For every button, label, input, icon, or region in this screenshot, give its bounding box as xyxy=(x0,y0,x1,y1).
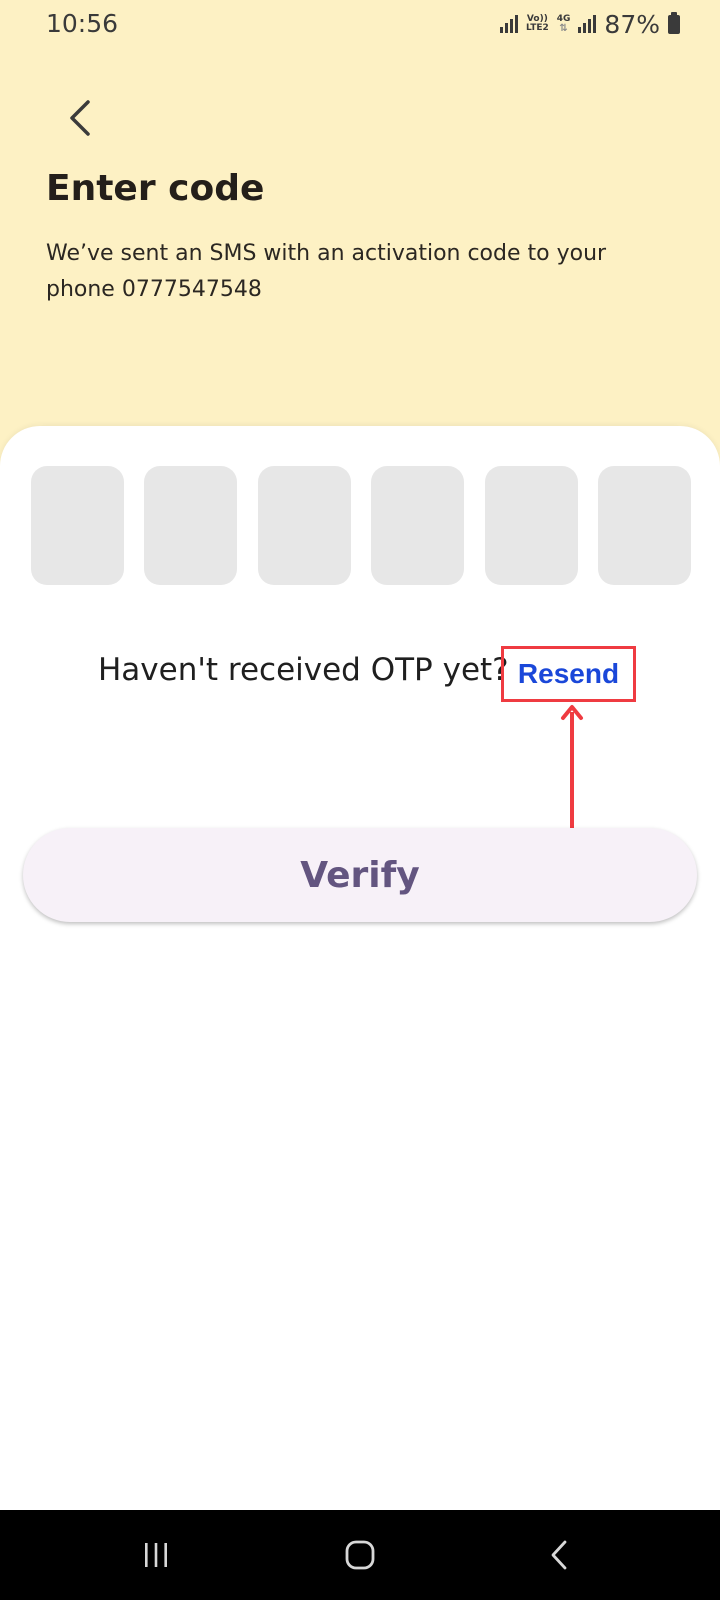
lte-label: LTE2 xyxy=(525,23,549,33)
wifi-calling-signal-icon xyxy=(499,15,518,33)
otp-digit-6[interactable] xyxy=(597,466,691,585)
otp-digit-5[interactable] xyxy=(484,466,578,585)
otp-digit-1[interactable] xyxy=(31,466,124,585)
status-bar: 10:56 Vo)) LTE2 4G ⇅ 87% xyxy=(0,0,720,48)
otp-sheet: Haven't received OTP yet? Resend Verify xyxy=(0,426,720,1510)
resend-link[interactable]: Resend xyxy=(501,646,636,702)
back-button[interactable] xyxy=(56,94,104,142)
recent-apps-button[interactable] xyxy=(126,1530,186,1580)
resend-prompt: Haven't received OTP yet? xyxy=(98,652,509,688)
otp-input-row xyxy=(31,466,691,585)
header-area: 10:56 Vo)) LTE2 4G ⇅ 87% Enter code We’v… xyxy=(0,0,720,470)
resend-row: Haven't received OTP yet? Resend xyxy=(0,646,720,704)
battery-percent: 87% xyxy=(604,9,660,39)
navigation-bar xyxy=(0,1510,720,1600)
status-icons: Vo)) LTE2 4G ⇅ 87% xyxy=(499,9,680,39)
home-icon xyxy=(345,1540,375,1570)
otp-digit-3[interactable] xyxy=(257,466,351,585)
page-title: Enter code xyxy=(46,168,265,209)
battery-icon xyxy=(668,11,680,34)
back-icon xyxy=(551,1540,567,1570)
recent-apps-icon xyxy=(145,1543,167,1567)
otp-digit-2[interactable] xyxy=(144,466,238,585)
system-back-button[interactable] xyxy=(529,1530,589,1580)
cell-signal-icon xyxy=(578,15,597,33)
home-button[interactable] xyxy=(330,1530,390,1580)
data-network-icon: 4G ⇅ xyxy=(556,14,571,34)
status-time: 10:56 xyxy=(46,9,119,38)
verify-button[interactable]: Verify xyxy=(23,828,697,922)
volte-icon: Vo)) LTE2 xyxy=(526,15,549,33)
chevron-left-icon xyxy=(70,100,90,136)
sms-info-text: We’ve sent an SMS with an activation cod… xyxy=(46,241,607,302)
otp-digit-4[interactable] xyxy=(371,466,465,585)
